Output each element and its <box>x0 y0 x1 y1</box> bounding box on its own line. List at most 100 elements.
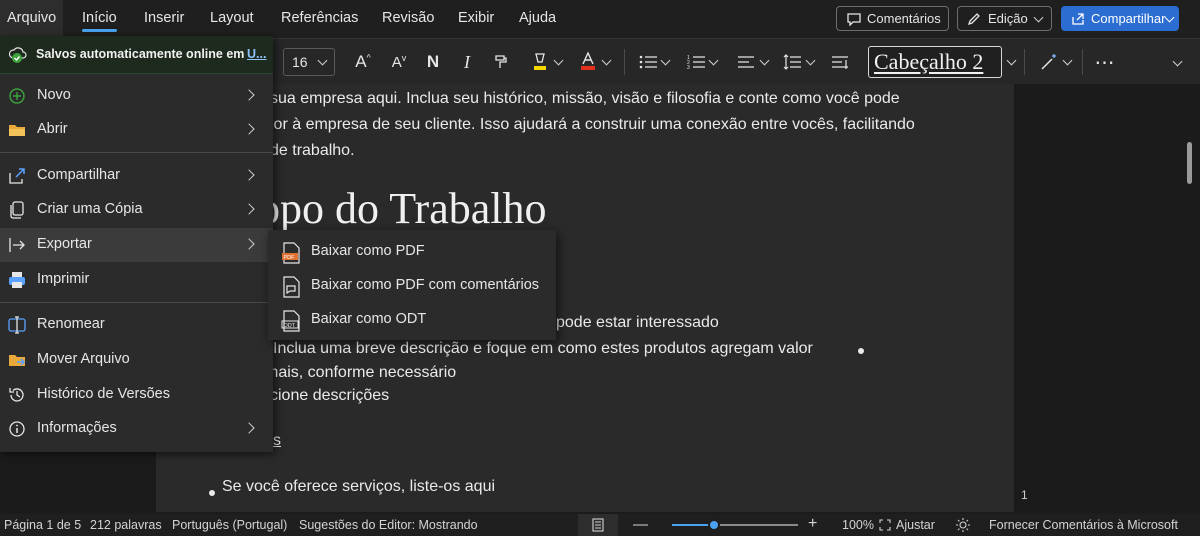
pencil-icon <box>967 13 980 26</box>
list-item-text: Se você oferece serviços, liste-os aqui <box>222 478 496 495</box>
file-menu-item-informacoes[interactable]: Informações <box>0 412 273 446</box>
shrink-font-icon: Av <box>391 53 407 71</box>
highlight-button[interactable] <box>526 39 566 85</box>
file-menu-item-compartilhar[interactable]: Compartilhar <box>0 159 273 193</box>
paragraph-mark-button[interactable] <box>828 39 852 85</box>
status-bar: Página 1 de 5 212 palavras Português (Po… <box>0 514 1200 536</box>
autosave-location-link[interactable]: U... <box>247 47 266 61</box>
numbered-list-button[interactable]: 123 <box>684 39 720 85</box>
bold-button[interactable]: N <box>422 39 444 85</box>
page-count[interactable]: Página 1 de 5 <box>4 518 81 532</box>
file-menu-item-imprimir[interactable]: Imprimir <box>0 263 273 297</box>
tab-layout[interactable]: Layout <box>210 0 254 36</box>
comments-label: Comentários <box>867 11 941 26</box>
tab-inserir[interactable]: Inserir <box>144 0 184 36</box>
editing-label: Edição <box>988 11 1028 26</box>
option-label: Baixar como PDF com comentários <box>311 277 540 293</box>
menu-bar: Arquivo Início Inserir Layout Referência… <box>0 0 1200 36</box>
chevron-down-icon <box>1006 55 1016 65</box>
font-color-button[interactable] <box>574 39 614 85</box>
chevron-down-icon <box>601 55 611 65</box>
svg-text:3: 3 <box>687 65 690 70</box>
editing-mode-button[interactable]: Edição <box>957 6 1052 31</box>
style-selector[interactable]: Cabeçalho 2 <box>868 46 1002 78</box>
download-pdf-option[interactable]: PDF Baixar como PDF <box>268 235 556 269</box>
file-menu-item-label: Abrir <box>37 121 68 137</box>
ribbon-collapse-button[interactable] <box>1166 39 1188 85</box>
tab-exibir[interactable]: Exibir <box>458 0 494 36</box>
fit-button[interactable]: Ajustar <box>896 518 935 532</box>
autosave-banner: Salvos automaticamente online em U... <box>0 36 273 74</box>
file-menu: Salvos automaticamente online em U... No… <box>0 36 273 452</box>
file-menu-item-mover-arquivo[interactable]: Mover Arquivo <box>0 343 273 377</box>
designer-button[interactable] <box>1034 39 1076 85</box>
comments-button[interactable]: Comentários <box>836 6 949 31</box>
shrink-font-button[interactable]: Av <box>386 39 412 85</box>
download-pdf-comments-option[interactable]: Baixar como PDF com comentários <box>268 269 556 303</box>
feedback-link[interactable]: Fornecer Comentários à Microsoft <box>989 518 1178 532</box>
chevron-down-icon <box>759 55 769 65</box>
comment-icon <box>847 13 861 26</box>
zoom-slider-thumb[interactable] <box>708 519 720 531</box>
option-label: Baixar como ODT <box>311 311 427 327</box>
list-item-text: cione descrições <box>270 387 390 404</box>
subheading-text: s <box>273 432 281 449</box>
sun-brightness-icon[interactable] <box>956 518 970 532</box>
word-count[interactable]: 212 palavras <box>90 518 162 532</box>
download-odt-option[interactable]: ODT Baixar como ODT <box>268 303 556 337</box>
file-menu-item-novo[interactable]: Novo <box>0 79 273 113</box>
zoom-level[interactable]: 100% <box>842 518 874 532</box>
file-menu-item-label: Novo <box>37 87 71 103</box>
tab-inicio[interactable]: Início <box>82 0 117 36</box>
zoom-in-button[interactable]: + <box>808 515 817 533</box>
font-size-box[interactable]: 16 <box>283 48 335 76</box>
more-dots-icon: ⋯ <box>1094 51 1116 74</box>
chevron-down-icon <box>805 55 815 65</box>
paragraph-line: sua empresa aqui. Inclua seu histórico, … <box>270 90 900 107</box>
odt-file-icon: ODT <box>281 310 300 332</box>
file-menu-item-criar-copia[interactable]: Criar uma Cópia <box>0 193 273 227</box>
tab-ajuda[interactable]: Ajuda <box>519 0 556 36</box>
file-menu-item-exportar[interactable]: Exportar <box>0 228 273 262</box>
list-item-text: pode estar interessado <box>556 314 719 331</box>
vertical-scrollbar-thumb[interactable] <box>1187 142 1192 184</box>
chevron-down-icon <box>317 55 328 66</box>
chevron-right-icon <box>243 238 255 250</box>
style-dropdown-button[interactable] <box>1004 39 1018 85</box>
bold-icon: N <box>426 52 440 71</box>
editor-suggestions[interactable]: Sugestões do Editor: Mostrando <box>299 518 478 532</box>
more-options-button[interactable]: ⋯ <box>1092 39 1118 85</box>
file-menu-item-historico[interactable]: Histórico de Versões <box>0 378 273 412</box>
info-icon <box>9 421 25 437</box>
file-menu-item-abrir[interactable]: Abrir <box>0 113 273 147</box>
format-painter-button[interactable] <box>490 39 512 85</box>
rename-icon <box>8 316 26 334</box>
menu-divider <box>0 302 273 303</box>
tab-revisao[interactable]: Revisão <box>382 0 434 36</box>
bullet-list-icon <box>639 55 657 69</box>
tab-arquivo[interactable]: Arquivo <box>0 0 64 36</box>
grow-font-button[interactable]: A^ <box>350 39 376 85</box>
zoom-slider[interactable] <box>672 519 798 531</box>
chevron-right-icon <box>243 422 255 434</box>
chevron-down-icon <box>1164 12 1175 23</box>
italic-button[interactable]: I <box>456 39 478 85</box>
list-item-text: mais, conforme necessário <box>265 364 457 381</box>
line-spacing-button[interactable] <box>778 39 818 85</box>
file-menu-item-label: Histórico de Versões <box>37 386 170 402</box>
bullet-list-button[interactable] <box>636 39 672 85</box>
file-menu-item-label: Criar uma Cópia <box>37 201 143 217</box>
share-button[interactable]: Compartilhar <box>1061 6 1179 31</box>
history-icon <box>9 388 24 402</box>
align-button[interactable] <box>732 39 772 85</box>
language-indicator[interactable]: Português (Portugal) <box>172 518 287 532</box>
chevron-right-icon <box>243 89 255 101</box>
font-size-value: 16 <box>292 54 308 70</box>
share-label: Compartilhar <box>1091 11 1166 26</box>
focus-view-button[interactable] <box>578 514 618 536</box>
pdf-comments-file-icon <box>283 276 300 298</box>
document-view-icon <box>592 518 604 532</box>
file-menu-item-renomear[interactable]: Renomear <box>0 308 273 342</box>
tab-referencias[interactable]: Referências <box>281 0 358 36</box>
zoom-out-button[interactable]: — <box>633 516 648 533</box>
